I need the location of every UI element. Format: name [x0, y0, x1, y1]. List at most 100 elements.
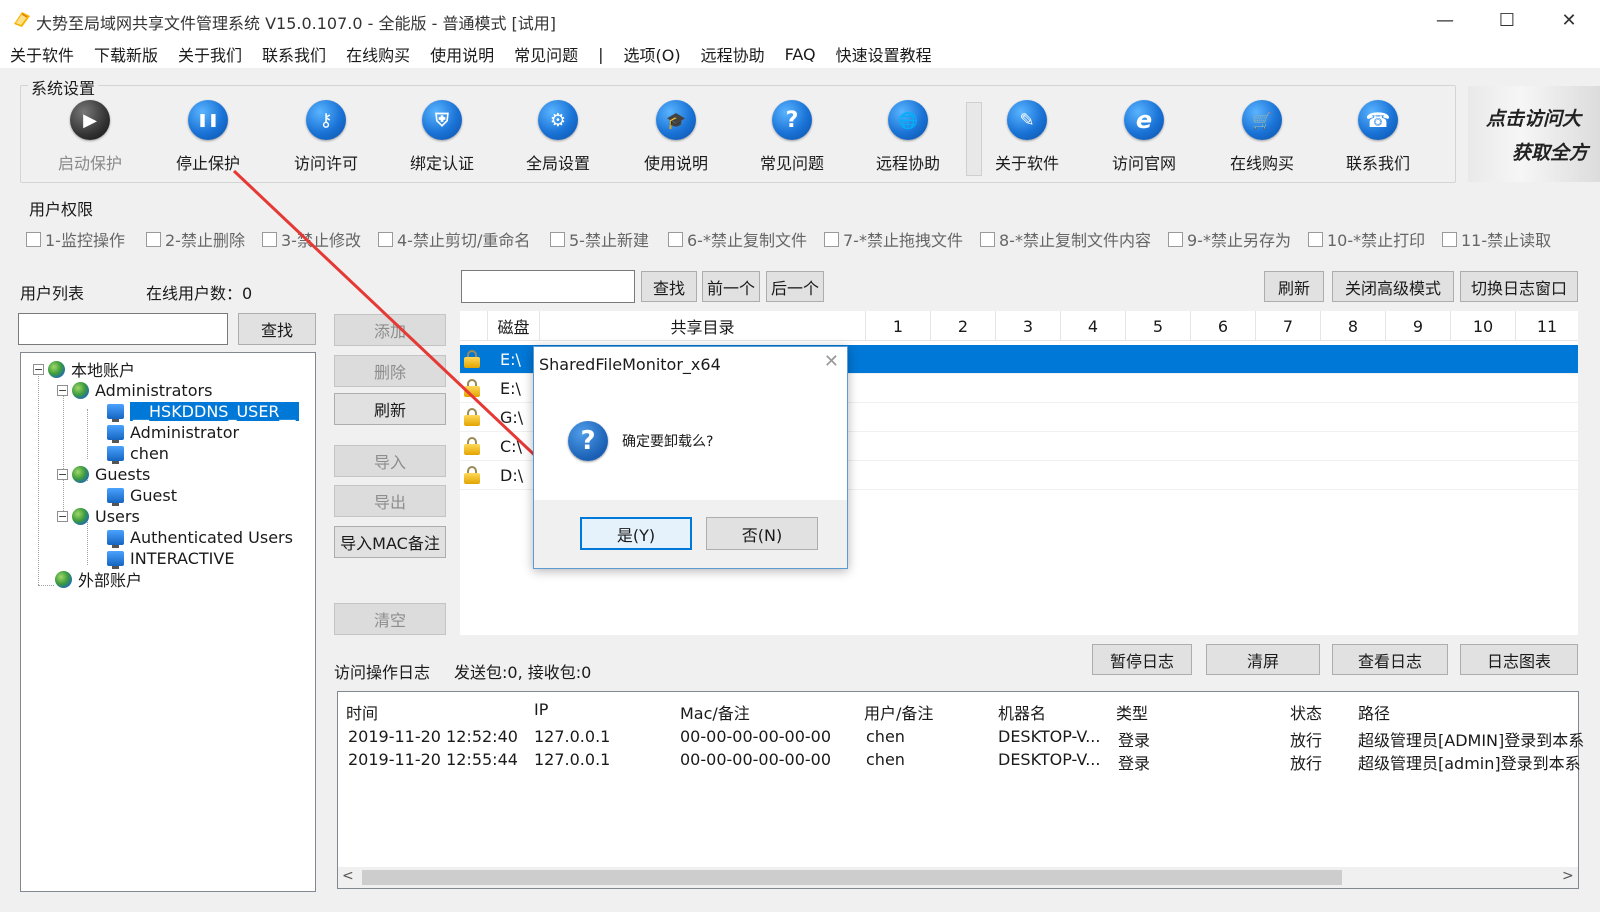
- log-column-header[interactable]: 路径: [1358, 700, 1390, 724]
- checkbox[interactable]: [668, 231, 683, 247]
- log-column-header[interactable]: IP: [534, 700, 548, 719]
- log-column-header[interactable]: 类型: [1116, 700, 1148, 724]
- checkbox[interactable]: [1308, 231, 1323, 247]
- manual-button[interactable]: 🎓 使用说明: [626, 100, 726, 176]
- maximize-button[interactable]: ☐: [1484, 4, 1530, 36]
- collapse-icon[interactable]: −: [57, 510, 68, 522]
- close-button[interactable]: ✕: [1546, 4, 1592, 36]
- remote-assist-button[interactable]: 🌐 远程协助: [858, 100, 958, 176]
- faq-button[interactable]: ? 常见问题: [742, 100, 842, 176]
- promo-banner[interactable]: 点击访问大 获取全方: [1468, 86, 1600, 182]
- menu-remote[interactable]: 远程协助: [701, 42, 765, 66]
- column-header[interactable]: 1: [866, 311, 931, 341]
- tree-node-guest[interactable]: Guest: [107, 485, 177, 506]
- menu-faq-cn[interactable]: 常见问题: [514, 42, 578, 66]
- global-settings-button[interactable]: ⚙ 全局设置: [508, 100, 608, 176]
- no-button[interactable]: 否(N): [706, 517, 818, 550]
- scroll-right-icon[interactable]: >: [1562, 868, 1574, 884]
- yes-button[interactable]: 是(Y): [580, 517, 692, 550]
- menu-download[interactable]: 下载新版: [94, 42, 158, 66]
- column-header[interactable]: 11: [1516, 311, 1578, 341]
- share-next-button[interactable]: 后一个: [766, 271, 824, 302]
- menu-buy[interactable]: 在线购买: [346, 42, 410, 66]
- access-permission-button[interactable]: ⚷ 访问许可: [276, 100, 376, 176]
- perm-no-cut-rename[interactable]: 4-禁止剪切/重命名: [378, 227, 530, 251]
- log-chart-button[interactable]: 日志图表: [1460, 644, 1578, 675]
- user-search-input[interactable]: [18, 313, 228, 345]
- menu-contact[interactable]: 联系我们: [262, 42, 326, 66]
- contact-us-button[interactable]: ☎ 联系我们: [1328, 100, 1428, 176]
- tree-node-interactive[interactable]: INTERACTIVE: [107, 548, 234, 569]
- menu-manual[interactable]: 使用说明: [430, 42, 494, 66]
- perm-no-create[interactable]: 5-禁止新建: [550, 227, 649, 251]
- menu-quick-setup[interactable]: 快速设置教程: [836, 42, 932, 66]
- menu-about-us[interactable]: 关于我们: [178, 42, 242, 66]
- scrollbar-thumb[interactable]: [362, 870, 1342, 885]
- checkbox[interactable]: [262, 231, 277, 247]
- switch-log-window-button[interactable]: 切换日志窗口: [1460, 271, 1578, 302]
- column-header[interactable]: 磁盘: [488, 311, 540, 341]
- log-horizontal-scrollbar[interactable]: < >: [338, 867, 1578, 888]
- share-prev-button[interactable]: 前一个: [702, 271, 760, 302]
- perm-no-print[interactable]: 10-*禁止打印: [1308, 227, 1425, 251]
- column-header[interactable]: 7: [1256, 311, 1321, 341]
- tree-node-external-accounts[interactable]: 外部账户: [55, 569, 142, 590]
- column-header[interactable]: 4: [1061, 311, 1126, 341]
- tree-node-authenticated-users[interactable]: Authenticated Users: [107, 527, 293, 548]
- pause-log-button[interactable]: 暂停日志: [1092, 644, 1192, 675]
- log-column-header[interactable]: 时间: [346, 700, 378, 724]
- clear-button[interactable]: 清空: [334, 603, 446, 635]
- perm-monitor[interactable]: 1-监控操作: [26, 227, 125, 251]
- tree-node-hskddns-user[interactable]: __HSKDDNS_USER__: [107, 400, 300, 422]
- menu-options[interactable]: 选项(O): [624, 42, 681, 66]
- user-tree[interactable]: − 本地账户 − Administrators __HSKDDNS_USER__…: [20, 352, 316, 892]
- tree-node-administrators[interactable]: − Administrators: [57, 380, 212, 400]
- buy-online-button[interactable]: 🛒 在线购买: [1212, 100, 1312, 176]
- checkbox[interactable]: [550, 231, 565, 247]
- tree-node-local-accounts[interactable]: − 本地账户: [33, 359, 135, 380]
- checkbox[interactable]: [146, 231, 161, 247]
- tree-node-users[interactable]: − Users: [57, 506, 140, 526]
- share-refresh-button[interactable]: 刷新: [1264, 271, 1324, 302]
- scroll-left-icon[interactable]: <: [342, 868, 354, 884]
- delete-button[interactable]: 删除: [334, 355, 446, 387]
- checkbox[interactable]: [1442, 231, 1457, 247]
- export-button[interactable]: 导出: [334, 485, 446, 517]
- column-header[interactable]: 9: [1386, 311, 1451, 341]
- menu-about-software[interactable]: 关于软件: [10, 42, 74, 66]
- column-header[interactable]: 8: [1321, 311, 1386, 341]
- start-protection-button[interactable]: ▶ 启动保护: [40, 100, 140, 176]
- import-button[interactable]: 导入: [334, 445, 446, 477]
- add-button[interactable]: 添加: [334, 314, 446, 346]
- collapse-icon[interactable]: −: [33, 363, 44, 375]
- user-search-button[interactable]: 查找: [238, 313, 316, 345]
- perm-no-copy-content[interactable]: 8-*禁止复制文件内容: [980, 227, 1151, 251]
- minimize-button[interactable]: —: [1422, 4, 1468, 36]
- close-advanced-mode-button[interactable]: 关闭高级模式: [1332, 271, 1454, 302]
- refresh-users-button[interactable]: 刷新: [334, 393, 446, 425]
- column-header[interactable]: 6: [1191, 311, 1256, 341]
- collapse-icon[interactable]: −: [57, 468, 68, 480]
- checkbox[interactable]: [1168, 231, 1183, 247]
- tree-node-administrator[interactable]: Administrator: [107, 422, 239, 443]
- share-search-input[interactable]: [461, 270, 635, 303]
- column-header[interactable]: 5: [1126, 311, 1191, 341]
- tree-node-guests[interactable]: − Guests: [57, 464, 150, 484]
- column-header[interactable]: 10: [1451, 311, 1516, 341]
- perm-no-delete[interactable]: 2-禁止删除: [146, 227, 245, 251]
- checkbox[interactable]: [824, 231, 839, 247]
- import-mac-note-button[interactable]: 导入MAC备注: [334, 526, 446, 558]
- log-column-header[interactable]: Mac/备注: [680, 700, 750, 724]
- menu-faq[interactable]: FAQ: [785, 45, 816, 64]
- visit-website-button[interactable]: e 访问官网: [1094, 100, 1194, 176]
- binding-auth-button[interactable]: ⛨ 绑定认证: [392, 100, 492, 176]
- perm-no-save-as[interactable]: 9-*禁止另存为: [1168, 227, 1291, 251]
- share-find-button[interactable]: 查找: [641, 271, 697, 302]
- log-column-header[interactable]: 用户/备注: [864, 700, 933, 724]
- log-column-header[interactable]: 状态: [1290, 700, 1322, 724]
- perm-no-drag[interactable]: 7-*禁止拖拽文件: [824, 227, 963, 251]
- perm-no-read[interactable]: 11-禁止读取: [1442, 227, 1551, 251]
- perm-no-copy-file[interactable]: 6-*禁止复制文件: [668, 227, 807, 251]
- stop-protection-button[interactable]: ❚❚ 停止保护: [158, 100, 258, 176]
- checkbox[interactable]: [378, 231, 393, 247]
